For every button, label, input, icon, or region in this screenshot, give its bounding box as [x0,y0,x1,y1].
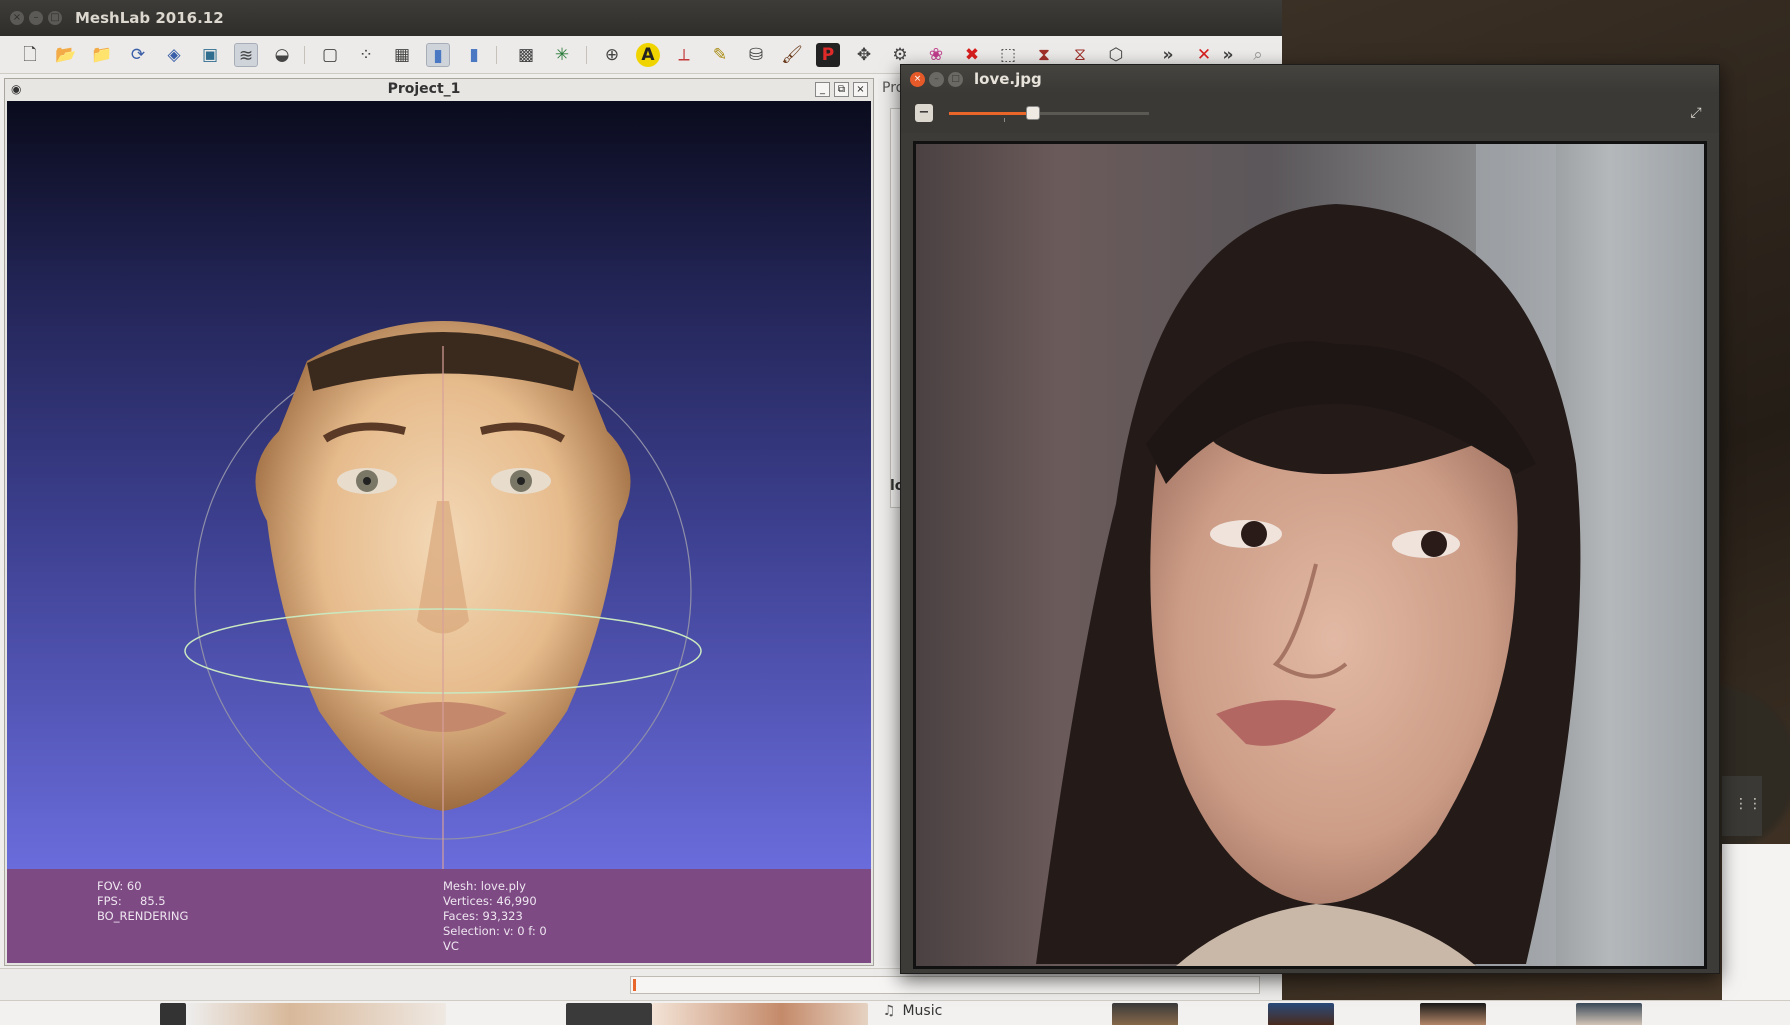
photo-illustration [1036,144,1581,966]
smooth-icon[interactable]: ▮ [462,43,486,67]
measure-icon[interactable]: ⟂ [672,43,696,67]
toolbar-separator [496,46,497,64]
toolbar-separator [586,46,587,64]
image-viewer-window: × – □ love.jpg − ⤢ [900,64,1720,974]
trackball-icon[interactable]: ⊕ [600,43,624,67]
brush-icon[interactable]: ⛁ [744,43,768,67]
progress-bar [630,976,1260,994]
vertices-label: Vertices: 46,990 [443,894,537,908]
layers-icon[interactable]: ≋ [234,43,258,67]
fps-label: FPS: 85.5 [97,894,166,908]
thumbnail[interactable] [1268,1003,1334,1025]
viewer-title: love.jpg [974,70,1042,88]
maximize-viewer-button[interactable]: □ [948,72,963,87]
maximize-window-button[interactable]: □ [48,11,62,25]
zoom-slider[interactable] [949,106,1149,122]
render-mode-icon[interactable]: ◒ [270,43,294,67]
displayed-photo[interactable] [913,141,1707,969]
vc-label: VC [443,939,459,953]
fov-label: FOV: 60 [97,879,142,893]
axis-icon[interactable]: ✳ [550,43,574,67]
thumbnail[interactable] [1112,1003,1178,1025]
fullscreen-icon[interactable]: ⤢ [1687,104,1705,122]
left-pupil [363,477,371,485]
meshlab-titlebar[interactable]: × – □ MeshLab 2016.12 [0,0,1282,36]
close-window-button[interactable]: × [10,11,24,25]
background-file-browser: ♫ Music [0,1000,1790,1025]
sidebar-item-music[interactable]: ♫ Music [880,1003,1060,1025]
mdi-restore-button[interactable]: ⧉ [834,82,849,97]
viewer-titlebar[interactable]: × – □ love.jpg [901,65,1719,93]
thumbnail[interactable] [652,1003,868,1025]
mesh-render[interactable] [7,101,871,869]
bounding-box-icon[interactable]: ▢ [318,43,342,67]
zoom-out-button[interactable]: − [915,104,933,122]
new-document-icon[interactable]: 🗋 [18,43,42,67]
mdi-close-button[interactable]: × [853,82,868,97]
side-panel [1722,844,1790,1000]
viewer-toolbar: − ⤢ [901,93,1719,133]
faces-label: Faces: 93,323 [443,909,523,923]
annotation-icon[interactable]: A [636,43,660,67]
pick-points-icon[interactable]: 🖌 [780,43,804,67]
texture-icon[interactable]: ▩ [514,43,538,67]
points-icon[interactable]: ⁘ [354,43,378,67]
project-window: ◉ Project_1 _ ⧉ × FOV: 60 FPS: 85.5 BO_R… [4,78,874,966]
flat-icon[interactable]: ▮ [426,43,450,67]
zoom-slider-fill [949,112,1033,115]
zoom-slider-tick [1004,118,1005,122]
thumbnail[interactable] [186,1003,446,1025]
open-project-icon[interactable]: 📁 [90,43,114,67]
close-viewer-button[interactable]: × [910,72,925,87]
apps-grid-icon[interactable]: ⋮⋮ [1734,796,1762,812]
project-titlebar[interactable]: ◉ Project_1 _ ⧉ × [5,79,873,101]
zoom-slider-handle[interactable] [1026,106,1040,120]
project-title: Project_1 [387,81,461,97]
mdi-minimize-button[interactable]: _ [815,82,830,97]
select-faces-icon[interactable]: ✥ [852,43,876,67]
align-icon[interactable]: P [816,43,840,67]
toolbar-separator [304,46,305,64]
wireframe-icon[interactable]: ▦ [390,43,414,67]
sidebar-item-label: Music [902,1003,943,1019]
music-icon: ♫ [882,1003,896,1019]
selection-label: Selection: v: 0 f: 0 [443,924,547,938]
progress-fill [633,979,636,991]
thumbnail[interactable] [566,1003,652,1025]
thumbnail[interactable] [160,1003,186,1025]
3d-viewport[interactable] [7,101,871,869]
minimize-window-button[interactable]: – [29,11,43,25]
render-mode-label: BO_RENDERING [97,909,189,923]
photo-left-iris [1241,521,1267,547]
reload-icon[interactable]: ⟳ [126,43,150,67]
snapshot-icon[interactable]: ▣ [198,43,222,67]
open-folder-icon[interactable]: 📂 [54,43,78,67]
paint-icon[interactable]: ✎ [708,43,732,67]
right-pupil [517,477,525,485]
save-icon[interactable]: ◈ [162,43,186,67]
render-info-panel: FOV: 60 FPS: 85.5 BO_RENDERING Mesh: lov… [7,869,871,963]
thumbnail[interactable] [1420,1003,1486,1025]
window-title: MeshLab 2016.12 [75,9,224,27]
dock-panel: ⋮⋮ [1722,776,1762,836]
minimize-viewer-button[interactable]: – [929,72,944,87]
mesh-name-label: Mesh: love.ply [443,879,526,893]
photo-right-iris [1421,531,1447,557]
thumbnail[interactable] [1576,1003,1642,1025]
